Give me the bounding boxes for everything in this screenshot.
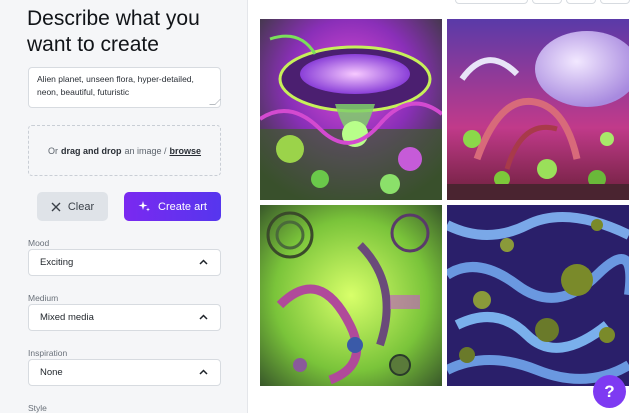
mood-label: Mood bbox=[28, 238, 50, 248]
browse-link[interactable]: browse bbox=[170, 146, 202, 156]
resize-handle-icon[interactable] bbox=[209, 99, 221, 105]
chevron-up-icon bbox=[199, 369, 208, 375]
inspiration-select[interactable]: None bbox=[28, 359, 221, 386]
medium-value: Mixed media bbox=[40, 312, 94, 323]
help-button[interactable]: ? bbox=[593, 375, 626, 408]
inspiration-label: Inspiration bbox=[28, 348, 68, 358]
chevron-up-icon bbox=[199, 259, 208, 265]
chevron-up-icon bbox=[199, 314, 208, 320]
sidebar: Describe what you want to create Alien p… bbox=[0, 0, 248, 413]
generated-image-4[interactable] bbox=[447, 205, 629, 386]
generated-image-3[interactable] bbox=[260, 205, 442, 386]
toolbar-button[interactable] bbox=[532, 0, 562, 4]
help-icon: ? bbox=[604, 381, 615, 401]
clear-label: Clear bbox=[67, 200, 95, 213]
medium-label: Medium bbox=[28, 293, 59, 303]
generated-image-1-art bbox=[260, 19, 442, 200]
prompt-textarea[interactable]: Alien planet, unseen flora, hyper-detail… bbox=[28, 67, 221, 108]
generated-image-4-art bbox=[447, 205, 629, 386]
medium-select[interactable]: Mixed media bbox=[28, 304, 221, 331]
toolbar-button[interactable] bbox=[455, 0, 528, 4]
toolbar-button[interactable] bbox=[566, 0, 596, 4]
create-art-button[interactable]: Create art bbox=[124, 192, 221, 221]
generated-image-2-art bbox=[447, 19, 629, 200]
drop-prefix: Or bbox=[47, 145, 58, 156]
prompt-text: Alien planet, unseen flora, hyper-detail… bbox=[37, 74, 194, 97]
create-art-label: Create art bbox=[158, 200, 207, 213]
drop-bold-text: drag and drop bbox=[60, 145, 122, 156]
generated-image-3-art bbox=[260, 205, 442, 386]
generated-image-1[interactable] bbox=[260, 19, 442, 200]
close-icon bbox=[51, 202, 61, 211]
mood-value: Exciting bbox=[40, 257, 74, 268]
page-heading: Describe what you want to create bbox=[27, 7, 200, 56]
clear-button[interactable]: Clear bbox=[37, 192, 108, 221]
sparkle-icon bbox=[138, 201, 151, 212]
drop-middle: an image / bbox=[124, 145, 167, 156]
generated-image-2[interactable] bbox=[447, 19, 629, 200]
toolbar-button[interactable] bbox=[600, 0, 630, 4]
inspiration-value: None bbox=[40, 367, 63, 378]
image-drop-zone[interactable]: Or drag and drop an image / browse bbox=[28, 125, 221, 176]
mood-select[interactable]: Exciting bbox=[28, 249, 221, 276]
style-label: Style bbox=[28, 403, 47, 413]
